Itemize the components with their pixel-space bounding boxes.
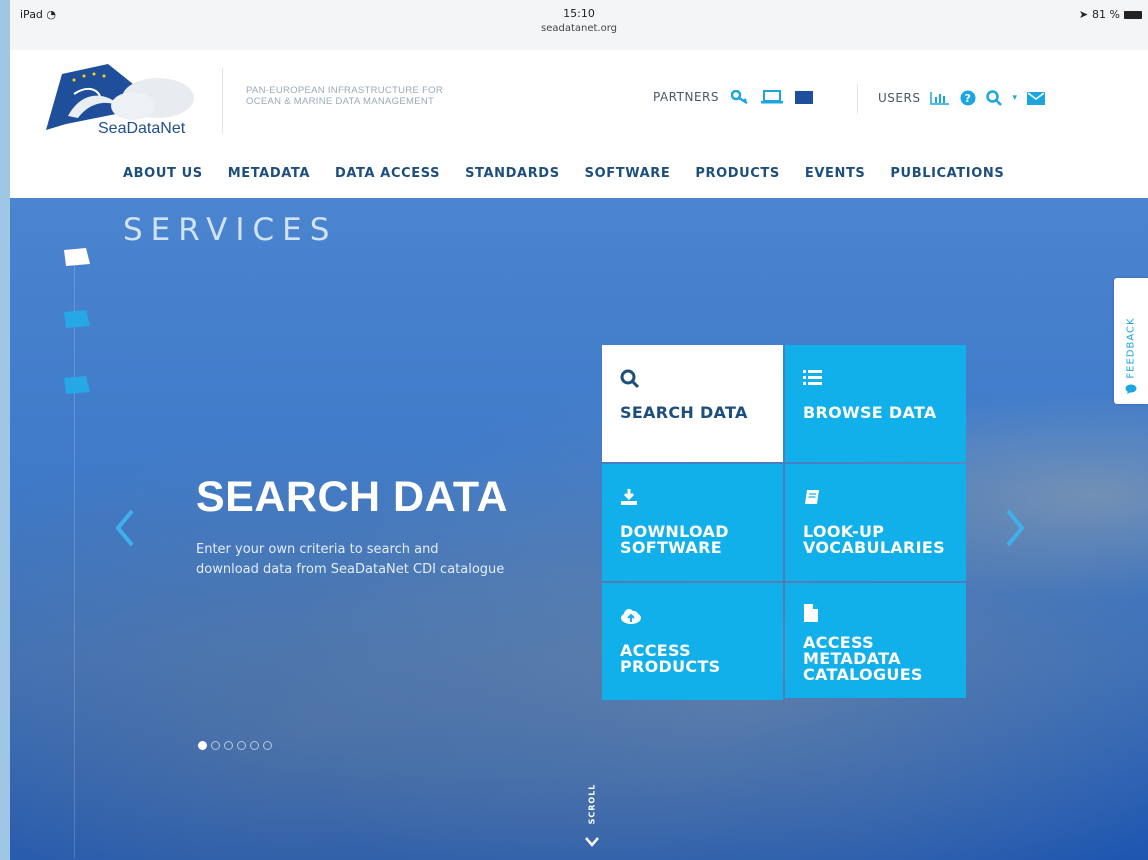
nav-metadata[interactable]: METADATA (228, 166, 310, 181)
header-divider (222, 68, 223, 134)
main-navigation: ABOUT US METADATA DATA ACCESS STANDARDS … (10, 152, 1148, 199)
scroll-label: SCROLL (587, 783, 597, 825)
status-right: ➤ 81 % (1079, 8, 1142, 21)
nav-data-access[interactable]: DATA ACCESS (335, 166, 440, 181)
flag-marker-icon[interactable] (60, 308, 94, 330)
search-icon (620, 369, 765, 391)
side-timeline-line (74, 258, 75, 858)
tile-label: BROWSE DATA (803, 403, 937, 422)
tile-label: DOWNLOAD SOFTWARE (620, 522, 729, 557)
tile-label: ACCESS PRODUCTS (620, 641, 721, 676)
book-icon (803, 488, 948, 510)
tagline-line-2: OCEAN & MARINE DATA MANAGEMENT (246, 96, 435, 107)
status-center: 15:10 seadatanet.org (10, 6, 1148, 36)
tile-browse-data[interactable]: BROWSE DATA (785, 345, 966, 462)
flag-marker-icon[interactable] (60, 246, 94, 268)
nav-about-us[interactable]: ABOUT US (123, 166, 203, 181)
tile-look-up-vocabularies[interactable]: LOOK-UP VOCABULARIES (785, 464, 966, 581)
slide-description: Enter your own criteria to search and do… (196, 540, 596, 580)
slide-description-line-1: Enter your own criteria to search and (196, 542, 439, 557)
bar-chart-icon[interactable] (930, 91, 950, 105)
users-label[interactable]: USERS (878, 91, 920, 105)
services-hero: SERVICES SEARCH DATA Enter your own crit… (10, 198, 1148, 860)
pagination-dot[interactable] (198, 741, 207, 750)
tile-download-software[interactable]: DOWNLOAD SOFTWARE (602, 464, 783, 581)
scroll-indicator[interactable]: SCROLL (582, 776, 602, 856)
tile-search-data[interactable]: SEARCH DATA (602, 345, 783, 462)
flag-marker-icon[interactable] (60, 374, 94, 396)
svg-text:?: ? (965, 92, 972, 105)
feedback-label: FEEDBACK (1125, 317, 1137, 379)
tagline: PAN-EUROPEAN INFRASTRUCTURE FOR OCEAN & … (246, 85, 443, 107)
pagination-dot[interactable] (237, 741, 246, 750)
document-icon (803, 603, 948, 625)
slide-heading: SEARCH DATA (196, 473, 509, 521)
nav-events[interactable]: EVENTS (805, 166, 866, 181)
seadatanet-logo[interactable]: SeaDataNet (38, 58, 208, 148)
header-separator (857, 84, 858, 114)
key-icon[interactable] (731, 90, 749, 104)
tile-label: SEARCH DATA (620, 403, 748, 422)
nav-standards[interactable]: STANDARDS (465, 166, 560, 181)
partners-group: PARTNERS (653, 90, 813, 104)
users-group: USERS ? ▾ (878, 90, 1046, 106)
slide-description-line-2: download data from SeaDataNet CDI catalo… (196, 562, 505, 577)
mail-icon[interactable] (1027, 91, 1046, 105)
slide-pagination (198, 741, 272, 750)
eu-flag-icon[interactable] (795, 90, 813, 104)
nav-software[interactable]: SOFTWARE (585, 166, 671, 181)
chevron-down-icon[interactable]: ▾ (1012, 93, 1017, 103)
location-icon: ➤ (1078, 8, 1089, 21)
tile-access-metadata-catalogues[interactable]: ACCESS METADATA CATALOGUES (785, 583, 966, 698)
chat-bubble-icon (1125, 384, 1137, 394)
partners-label[interactable]: PARTNERS (653, 90, 719, 104)
ios-status-bar: iPad ◔ 15:10 seadatanet.org ➤ 81 % (10, 0, 1148, 50)
nav-publications[interactable]: PUBLICATIONS (890, 166, 1004, 181)
tile-label: ACCESS METADATA CATALOGUES (803, 633, 923, 684)
services-grid: SEARCH DATA BROWSE DATA DOWNLOAD SOFTWAR… (602, 345, 966, 700)
laptop-icon[interactable] (761, 90, 783, 104)
nav-products[interactable]: PRODUCTS (695, 166, 780, 181)
section-title: SERVICES (123, 212, 338, 248)
pagination-dot[interactable] (263, 741, 272, 750)
next-slide-arrow[interactable] (1000, 503, 1030, 553)
cloud-upload-icon (620, 607, 765, 629)
battery-percentage: 81 % (1092, 8, 1120, 21)
battery-icon (1124, 10, 1142, 19)
pagination-dot[interactable] (211, 741, 220, 750)
tile-access-products[interactable]: ACCESS PRODUCTS (602, 583, 783, 700)
pagination-dot[interactable] (224, 741, 233, 750)
clock: 15:10 (563, 7, 595, 20)
help-icon[interactable]: ? (960, 90, 976, 106)
tile-label: LOOK-UP VOCABULARIES (803, 522, 945, 557)
tagline-line-1: PAN-EUROPEAN INFRASTRUCTURE FOR (246, 85, 444, 96)
search-icon[interactable] (986, 90, 1003, 106)
address-bar-url[interactable]: seadatanet.org (10, 21, 1148, 36)
chevron-down-icon (585, 837, 599, 847)
feedback-tab[interactable]: FEEDBACK (1114, 278, 1148, 404)
pagination-dot[interactable] (250, 741, 259, 750)
list-icon (803, 369, 948, 391)
download-icon (620, 488, 765, 510)
site-header: SeaDataNet PAN-EUROPEAN INFRASTRUCTURE F… (10, 50, 1148, 153)
prev-slide-arrow[interactable] (110, 503, 140, 553)
logo-text: SeaDataNet (98, 120, 186, 137)
